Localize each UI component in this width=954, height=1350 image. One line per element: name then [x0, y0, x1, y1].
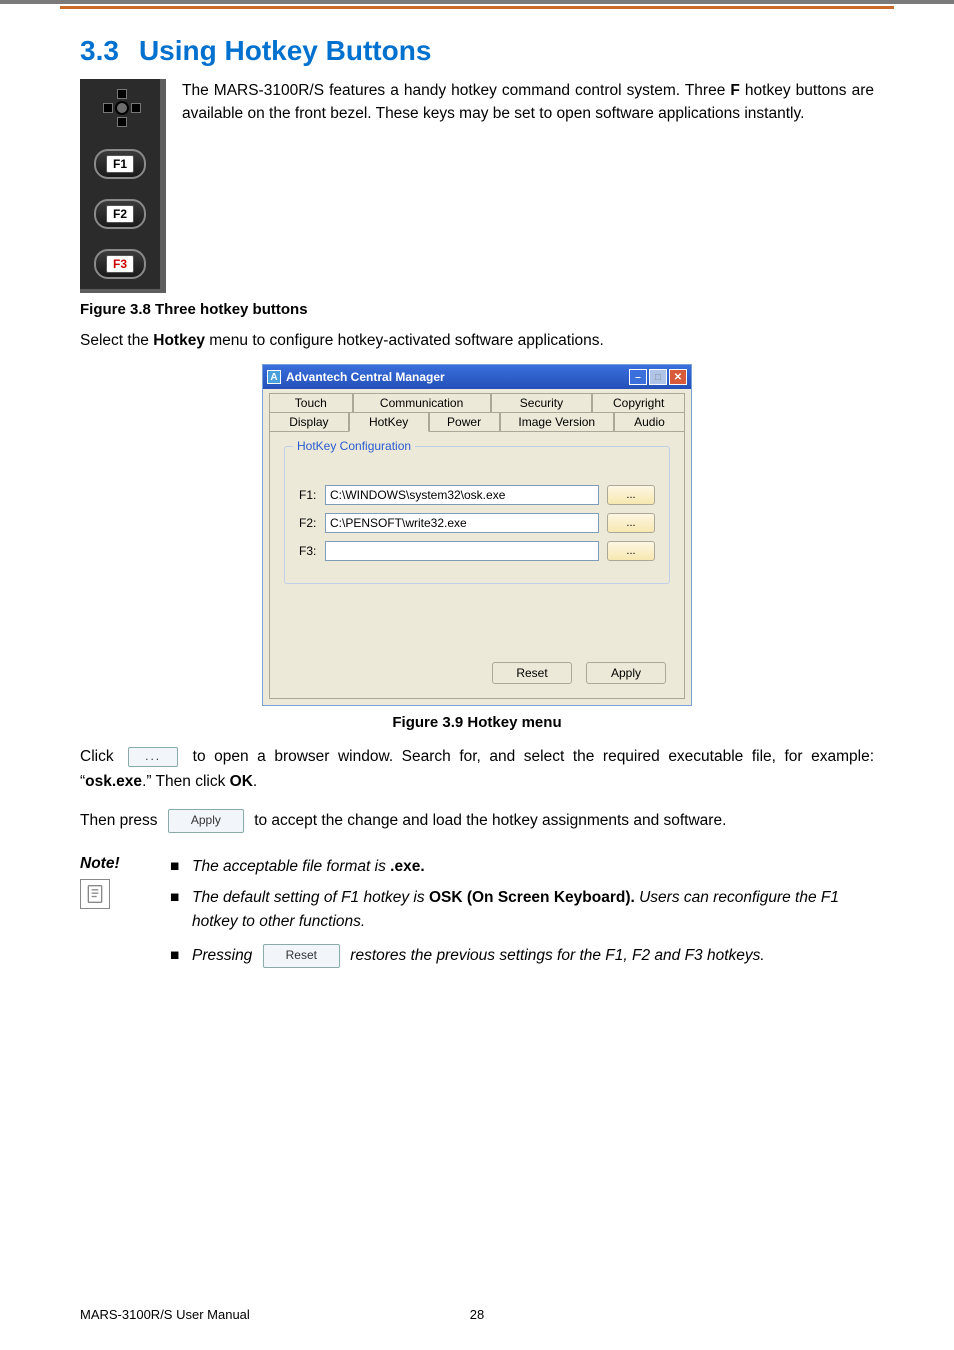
bullet-icon: ■: [170, 944, 192, 968]
tab-touch[interactable]: Touch: [269, 393, 353, 412]
note-label: Note!: [80, 855, 170, 873]
f2-browse-button[interactable]: ...: [607, 513, 655, 533]
acm-titlebar: A Advantech Central Manager – □ ✕: [263, 365, 691, 389]
tab-row-bottom: Display HotKey Power Image Version Audio: [269, 412, 685, 431]
reset-button[interactable]: Reset: [492, 662, 572, 684]
section-heading: 3.3 Using Hotkey Buttons: [80, 35, 874, 67]
footer-page-number: 28: [437, 1307, 517, 1322]
note-item-2: The default setting of F1 hotkey is OSK …: [192, 886, 874, 934]
f1-label: F1:: [299, 488, 325, 502]
f2-label: F2:: [299, 516, 325, 530]
tab-hotkey[interactable]: HotKey: [349, 412, 429, 432]
section-title-text: Using Hotkey Buttons: [139, 35, 431, 66]
tab-communication[interactable]: Communication: [353, 393, 491, 412]
tab-image-version[interactable]: Image Version: [500, 412, 614, 431]
tab-power[interactable]: Power: [429, 412, 500, 431]
f1-browse-button[interactable]: ...: [607, 485, 655, 505]
note-item-1: The acceptable file format is .exe.: [192, 855, 874, 879]
bullet-icon: ■: [170, 886, 192, 934]
f1-path-input[interactable]: [325, 485, 599, 505]
section-number: 3.3: [80, 35, 119, 66]
f1-key-graphic: F1: [94, 149, 146, 179]
hotkey-panel-graphic: F1 F2 F3: [80, 79, 166, 293]
click-paragraph: Click ... to open a browser window. Sear…: [80, 745, 874, 795]
then-press-paragraph: Then press Apply to accept the change an…: [80, 809, 874, 834]
footer-manual: MARS-3100R/S User Manual: [80, 1307, 437, 1322]
close-button[interactable]: ✕: [669, 369, 687, 385]
intro-paragraph: The MARS-3100R/S features a handy hotkey…: [182, 79, 874, 126]
dpad-icon: [103, 89, 141, 127]
f3-path-input[interactable]: [325, 541, 599, 561]
f3-key-graphic: F3: [94, 249, 146, 279]
inline-browse-button[interactable]: ...: [128, 747, 178, 767]
tab-body: HotKey Configuration F1: ... F2: ...: [269, 431, 685, 699]
f3-label: F3:: [299, 544, 325, 558]
note-item-3: Pressing Reset restores the previous set…: [192, 944, 874, 968]
tab-copyright[interactable]: Copyright: [592, 393, 685, 412]
f3-browse-button[interactable]: ...: [607, 541, 655, 561]
figure-caption-1: Figure 3.8 Three hotkey buttons: [80, 301, 874, 318]
apply-button[interactable]: Apply: [586, 662, 666, 684]
figure-caption-2: Figure 3.9 Hotkey menu: [80, 714, 874, 731]
f2-path-input[interactable]: [325, 513, 599, 533]
select-hotkey-line: Select the Hotkey menu to configure hotk…: [80, 332, 874, 350]
acm-app-icon: A: [267, 370, 281, 384]
maximize-button[interactable]: □: [649, 369, 667, 385]
acm-window: A Advantech Central Manager – □ ✕ Touch …: [262, 364, 692, 706]
tab-row-top: Touch Communication Security Copyright: [269, 393, 685, 412]
inline-reset-button[interactable]: Reset: [263, 944, 340, 968]
bullet-icon: ■: [170, 855, 192, 879]
tab-audio[interactable]: Audio: [614, 412, 685, 431]
hotkey-config-fieldset: HotKey Configuration F1: ... F2: ...: [284, 446, 670, 584]
fieldset-legend: HotKey Configuration: [293, 439, 415, 453]
inline-apply-button[interactable]: Apply: [168, 809, 244, 833]
tab-display[interactable]: Display: [269, 412, 349, 431]
f2-key-graphic: F2: [94, 199, 146, 229]
acm-title: Advantech Central Manager: [286, 370, 627, 384]
tab-security[interactable]: Security: [491, 393, 593, 412]
note-icon: [80, 879, 110, 909]
minimize-button[interactable]: –: [629, 369, 647, 385]
